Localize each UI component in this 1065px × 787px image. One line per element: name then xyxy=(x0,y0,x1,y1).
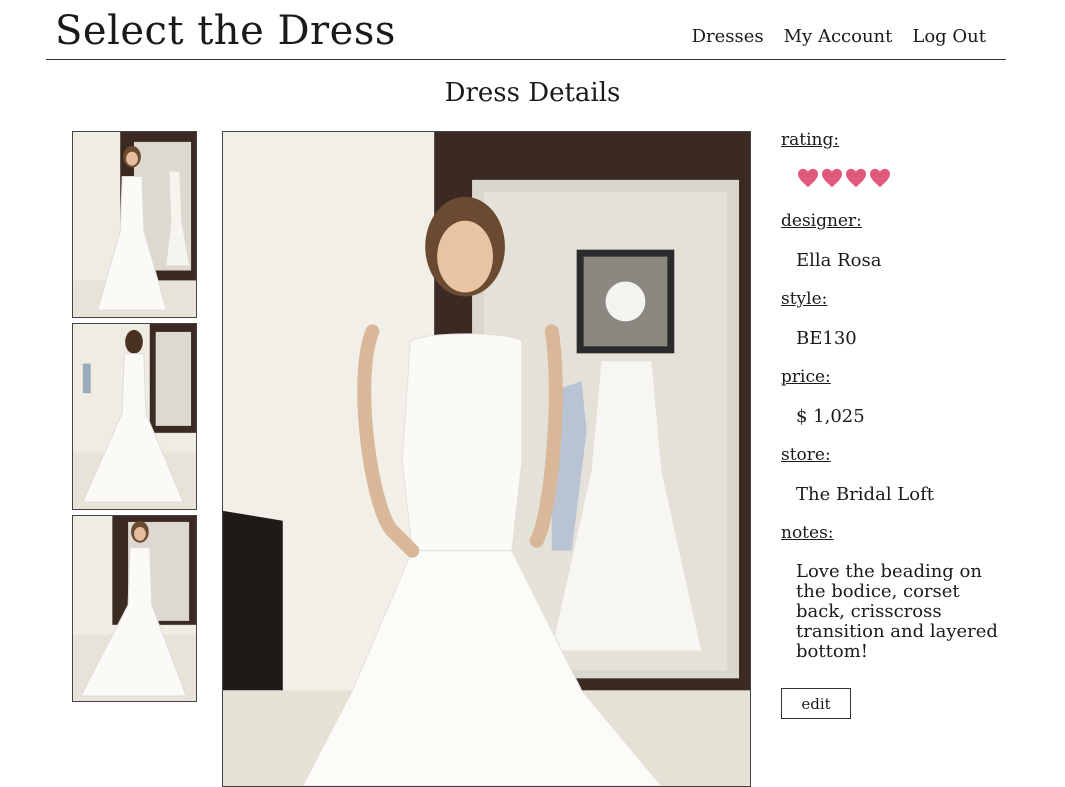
rating-hearts xyxy=(781,168,1011,192)
edit-button[interactable]: edit xyxy=(781,688,851,719)
dress-details-panel: rating: designer: Ella Rosa style: BE130… xyxy=(781,130,1011,719)
heart-icon xyxy=(869,168,891,192)
heart-icon xyxy=(845,168,867,192)
thumbnail-list xyxy=(72,131,197,707)
site-header: Select the Dress Dresses My Account Log … xyxy=(46,0,1006,60)
store-value: The Bridal Loft xyxy=(796,484,934,505)
nav-dresses[interactable]: Dresses xyxy=(692,26,764,47)
thumbnail-side[interactable] xyxy=(72,515,197,702)
price-value: $ 1,025 xyxy=(796,406,865,427)
notes-label: notes: xyxy=(781,523,834,543)
notes-value: Love the beading on the bodice, corset b… xyxy=(796,561,998,662)
nav-log-out[interactable]: Log Out xyxy=(912,26,986,47)
nav-my-account[interactable]: My Account xyxy=(784,26,893,47)
page-title: Dress Details xyxy=(444,78,621,108)
designer-label: designer: xyxy=(781,211,862,231)
style-label: style: xyxy=(781,289,828,309)
thumbnail-front[interactable] xyxy=(72,131,197,318)
site-title: Select the Dress xyxy=(55,8,396,54)
main-nav: Dresses My Account Log Out xyxy=(692,26,986,47)
designer-value: Ella Rosa xyxy=(796,250,882,271)
thumbnail-back[interactable] xyxy=(72,323,197,510)
style-value: BE130 xyxy=(796,328,857,349)
store-label: store: xyxy=(781,445,831,465)
rating-label: rating: xyxy=(781,130,840,150)
main-dress-photo xyxy=(222,131,751,787)
price-label: price: xyxy=(781,367,831,387)
heart-icon xyxy=(821,168,843,192)
heart-icon xyxy=(797,168,819,192)
